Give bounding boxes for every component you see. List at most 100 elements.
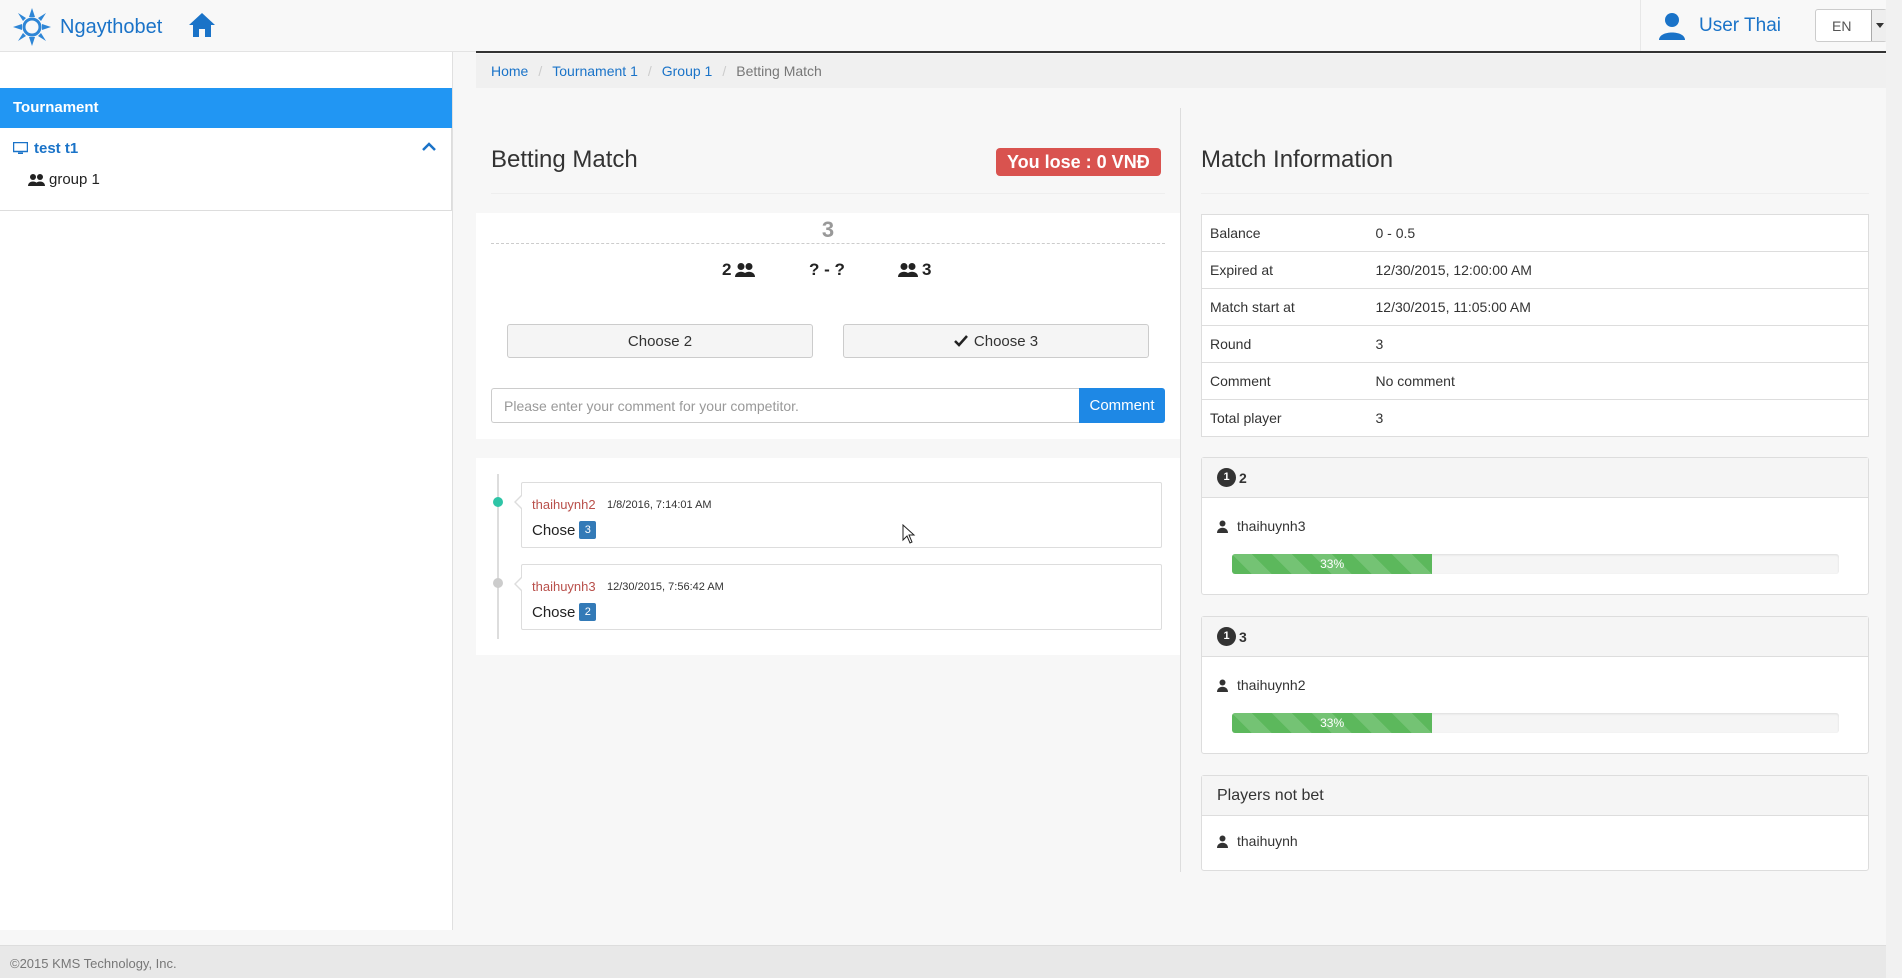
choice-badge: 2 [579,603,597,621]
timeline-dot [493,578,503,588]
score: ? - ? [809,260,845,279]
page-bottom [0,930,1902,945]
choose-team-a-button[interactable]: Choose 2 [507,324,813,358]
breadcrumb-separator: / [722,63,727,79]
table-row: Match start at 12/30/2015, 11:05:00 AM [1201,288,1869,326]
timeline-item: thaihuynh3 12/30/2015, 7:56:42 AM Chose … [514,564,1162,630]
home-icon[interactable] [187,10,217,40]
not-bet-player: thaihuynh [1217,833,1298,849]
bet-player: thaihuynh2 [1217,677,1306,693]
timeline-time: 12/30/2015, 7:56:42 AM [607,581,724,593]
count-badge: 1 [1217,627,1236,646]
match-info-table: Balance 0 - 0.5 Expired at 12/30/2015, 12:… [1201,214,1869,437]
match-card: 3 2 ? - ? 3 Choose 2 Choose 3 Comment [476,213,1180,439]
bet-player: thaihuynh3 [1217,518,1306,534]
user-name: User Thai [1699,15,1782,36]
table-row: Expired at 12/30/2015, 12:00:00 AM [1201,251,1869,289]
player-name: thaihuynh3 [1237,518,1306,534]
divider [491,243,1165,244]
timeline-user[interactable]: thaihuynh2 [532,497,596,512]
divider [1201,193,1869,194]
breadcrumb-separator: / [647,63,652,79]
table-row: Balance 0 - 0.5 [1202,215,1869,252]
timeline-action: Chose 3 [532,521,597,539]
timeline-dot [493,497,503,507]
info-key: Round [1201,325,1368,363]
info-key: Match start at [1201,288,1368,326]
sidebar-header: Tournament [0,88,452,128]
info-value: 3 [1367,399,1869,437]
mouse-cursor-icon [902,524,916,544]
team-b: 3 [898,260,931,280]
users-icon [898,263,918,277]
progress-fill: 33% [1232,554,1433,574]
player-name: thaihuynh2 [1237,677,1306,693]
info-value: No comment [1367,362,1869,400]
table-row: Comment No comment [1201,362,1869,400]
language-select[interactable]: EN [1815,9,1887,42]
tree-item-label: group 1 [49,171,100,188]
breadcrumb-group[interactable]: Group 1 [662,63,713,79]
round-number: 3 [821,217,835,242]
chevron-up-icon[interactable] [422,142,436,152]
progress-fill: 33% [1232,713,1433,733]
timeline-item: thaihuynh2 1/8/2016, 7:14:01 AM Chose 3 [514,482,1162,548]
chevron-down-icon[interactable] [1871,10,1886,41]
tree-item-label: test t1 [34,140,79,157]
info-key: Total player [1201,399,1368,437]
info-value: 3 [1367,325,1869,363]
action-label: Chose [532,521,576,539]
info-key: Comment [1201,362,1368,400]
choice-badge: 3 [579,521,597,539]
user-icon [1217,679,1228,692]
footer: ©2015 KMS Technology, Inc. [0,945,1902,978]
progress-bar: 33% [1232,713,1839,733]
monitor-icon [13,142,28,154]
info-key: Expired at [1201,251,1368,289]
count-badge: 1 [1217,468,1236,487]
team-b-label: 3 [922,260,932,279]
player-name: thaihuynh [1237,833,1298,849]
button-label: Choose 2 [627,332,693,350]
progress-bar: 33% [1232,554,1839,574]
team-a: 2 [722,260,756,280]
breadcrumb-separator: / [538,63,543,79]
divider [491,193,1165,194]
bet-timeline: thaihuynh2 1/8/2016, 7:14:01 AM Chose 3 … [476,458,1180,655]
top-navbar: Ngaythobet User Thai EN [0,0,1902,52]
tree-item-tournament[interactable]: test t1 [13,140,78,157]
tournament-tree: test t1 group 1 [0,128,452,211]
info-value: 12/30/2015, 11:05:00 AM [1367,288,1869,326]
info-value: 0 - 0.5 [1375,225,1416,241]
sidebar: Tournament test t1 group 1 [0,52,453,930]
players-not-bet-header: Players not bet [1202,776,1868,816]
bet-group-team: 2 [1239,469,1247,486]
user-icon [1217,835,1228,848]
language-value: EN [1832,18,1852,34]
user-menu[interactable]: User Thai [1640,0,1781,52]
tree-item-group[interactable]: group 1 [28,171,100,188]
comment-input[interactable] [491,388,1080,423]
action-label: Chose [532,603,576,621]
user-icon [1659,13,1685,40]
brand-link[interactable]: Ngaythobet [12,7,162,47]
brand-name: Ngaythobet [60,15,163,38]
bet-group-team: 3 [1239,628,1247,645]
timeline-user[interactable]: thaihuynh3 [532,579,596,594]
bet-group-panel: 1 3 thaihuynh2 33% [1201,616,1869,754]
breadcrumb-current: Betting Match [736,63,822,79]
breadcrumb-home[interactable]: Home [491,63,528,79]
column-divider [1180,108,1181,872]
scrollbar-thumb[interactable] [1889,170,1899,770]
timeline-time: 1/8/2016, 7:14:01 AM [607,499,712,511]
choose-team-b-button[interactable]: Choose 3 [843,324,1149,358]
page-title: Betting Match [491,146,638,173]
check-icon [954,335,968,347]
result-badge: You lose : 0 VNĐ [996,148,1161,176]
page-scrollbar[interactable] [1886,0,1902,978]
comment-button[interactable]: Comment [1079,388,1165,423]
players-not-bet-panel: Players not bet thaihuynh [1201,775,1869,871]
breadcrumb-tournament[interactable]: Tournament 1 [552,63,638,79]
users-icon [735,263,756,277]
timeline-action: Chose 2 [532,603,597,621]
